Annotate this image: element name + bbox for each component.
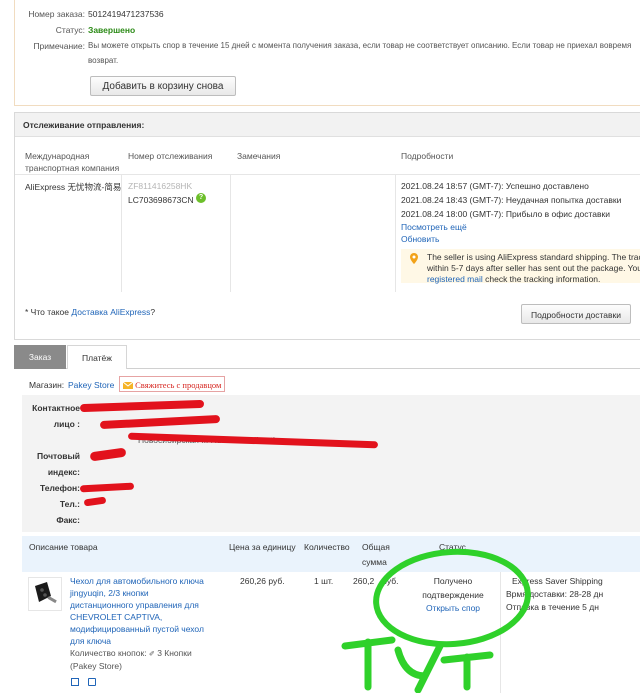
annotation-overlay xyxy=(341,548,531,693)
annotation-circle xyxy=(373,548,531,648)
annotation-text-tut xyxy=(341,636,494,693)
